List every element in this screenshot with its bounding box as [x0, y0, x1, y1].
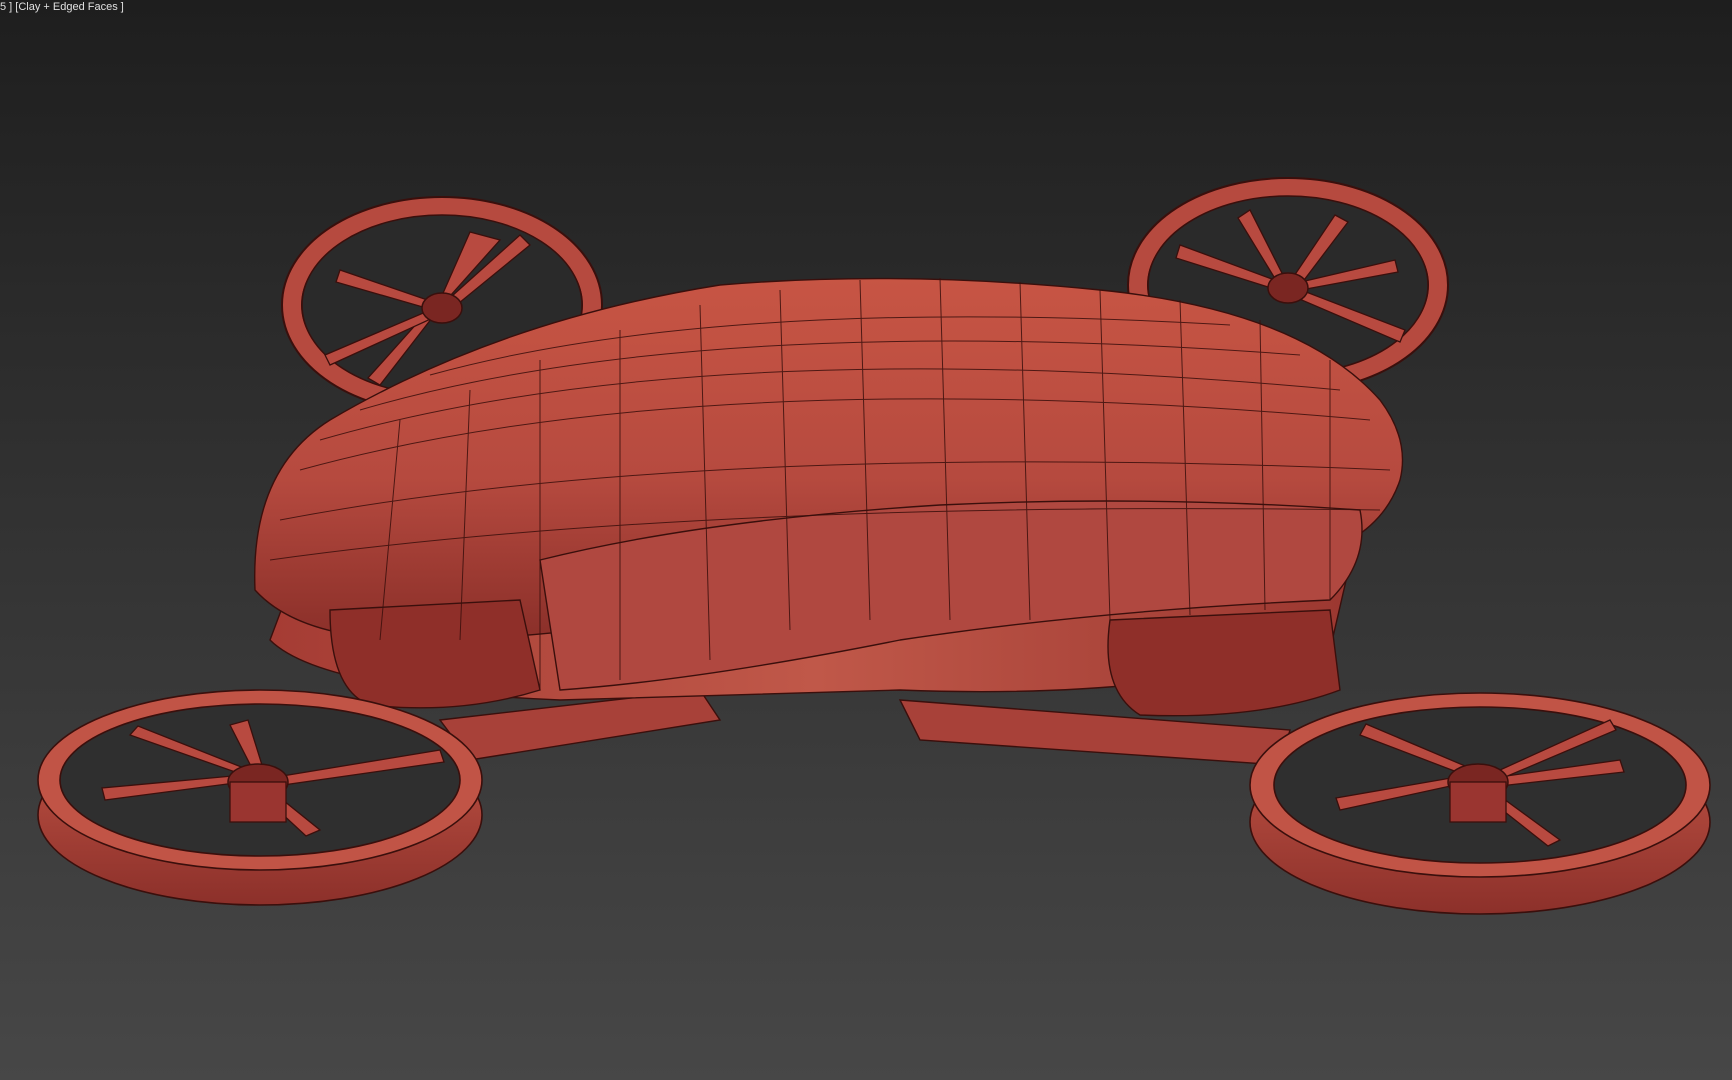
viewport-label-prefix[interactable]: 5 ] [0, 1, 12, 13]
rotor-front-right [1249, 692, 1711, 915]
rotor-front-left [37, 689, 483, 906]
viewport-shading-mode[interactable]: [Clay + Edged Faces ] [15, 1, 124, 13]
scene-render [37, 177, 1711, 915]
3d-viewport[interactable]: 5 ] [Clay + Edged Faces ] [0, 0, 1732, 1080]
viewport-label[interactable]: 5 ] [Clay + Edged Faces ] [0, 0, 124, 14]
